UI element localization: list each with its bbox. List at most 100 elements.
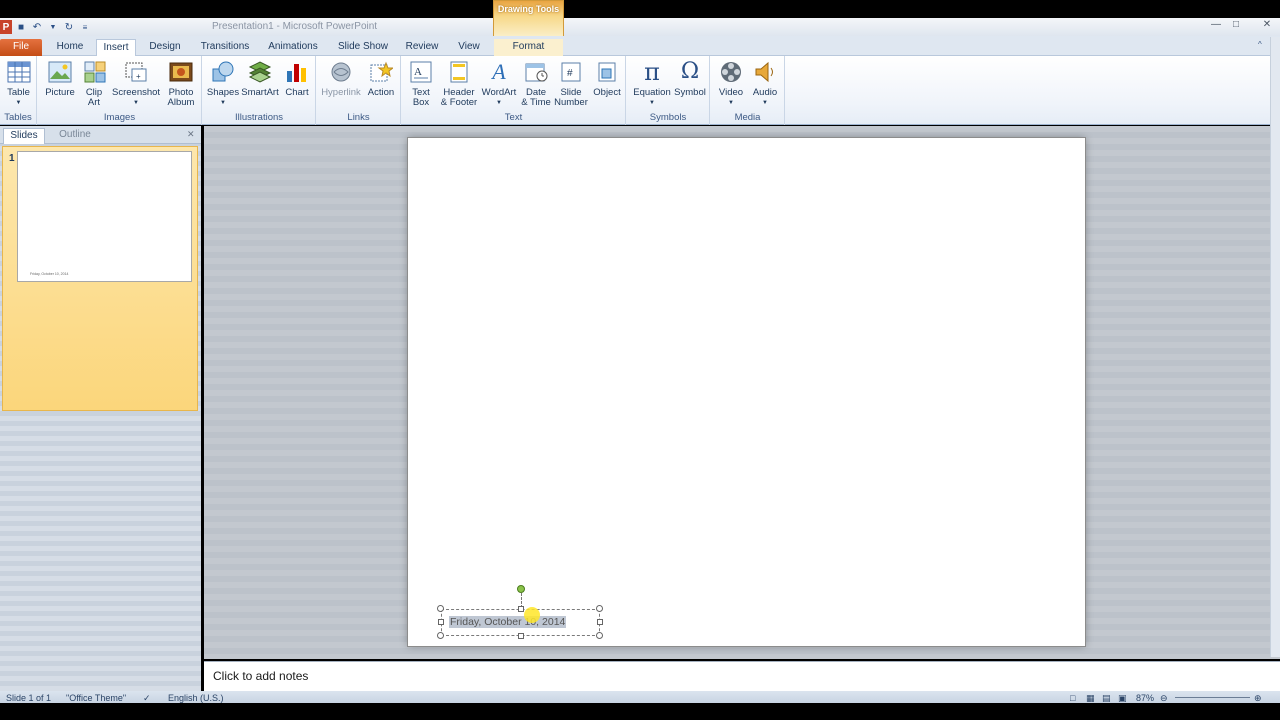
equation-button[interactable]: π Equation ▼ [631,59,673,108]
tab-format[interactable]: Format [494,39,563,56]
undo-icon[interactable]: ↶ [30,20,44,34]
photo-album-button[interactable]: Photo Album [162,59,200,108]
slide-number-icon: # [558,59,584,85]
tab-outline[interactable]: Outline [52,128,98,144]
chart-button[interactable]: Chart [281,59,313,98]
symbol-button[interactable]: Ω Symbol [673,59,707,98]
chart-label: Chart [285,87,309,98]
video-button[interactable]: Video ▼ [715,59,747,108]
drawing-tools-context-header: Drawing Tools [493,0,564,36]
smartart-button[interactable]: SmartArt [241,59,279,98]
action-button[interactable]: Action [365,59,397,98]
zoom-out-icon[interactable]: ⊖ [1160,694,1168,703]
group-tables: Table ▼ Tables [0,56,37,125]
resize-handle-bottom-left[interactable] [437,632,444,639]
group-label-illustrations: Illustrations [234,112,284,123]
equation-label: Equation [633,87,671,98]
tab-file[interactable]: File [0,39,42,56]
slide-show-icon[interactable]: ▣ [1118,694,1127,703]
reading-view-icon[interactable]: ▤ [1102,694,1111,703]
text-box-button[interactable]: A Text Box [406,59,436,108]
svg-text:A: A [414,66,422,78]
resize-handle-bottom-right[interactable] [596,632,603,639]
status-bar: Slide 1 of 1 "Office Theme" ✓ English (U… [0,691,1280,703]
save-icon[interactable]: ■ [14,20,28,34]
screenshot-label: Screenshot [112,87,161,98]
theme-status[interactable]: "Office Theme" [66,694,126,703]
language-status[interactable]: English (U.S.) [168,694,224,703]
group-links: Hyperlink Action Links [317,56,401,125]
redo-icon[interactable]: ↻ [62,20,76,34]
wordart-button[interactable]: A WordArt ▼ [480,59,518,108]
close-icon[interactable]: ✕ [1259,19,1275,32]
svg-text:+: + [136,72,141,81]
date-text[interactable]: Friday, October 10, 2014 [449,616,567,628]
object-button[interactable]: Object [590,59,624,98]
notes-pane[interactable]: Click to add notes [204,661,1280,691]
zoom-level[interactable]: 87% [1136,694,1154,703]
group-media: Video ▼ Audio ▼ Media [711,56,785,125]
smartart-icon [247,59,273,85]
screenshot-button[interactable]: + Screenshot ▼ [112,59,160,108]
group-images: Picture Clip Art + Screenshot ▼ Photo Al… [38,56,202,125]
wordart-label: WordArt [481,87,517,98]
shapes-button[interactable]: Shapes ▼ [205,59,241,108]
tab-design[interactable]: Design [144,39,186,56]
dropdown-arrow-icon: ▼ [649,100,655,106]
maximize-icon[interactable]: □ [1228,19,1244,32]
slide-canvas[interactable]: Friday, October 10, 2014 [408,138,1085,646]
dropdown-arrow-icon: ▼ [496,100,502,106]
slide-thumbnail-item[interactable]: 1 Friday, October 10, 2014 [2,146,198,411]
slide-sorter-icon[interactable]: ▦ [1086,694,1095,703]
close-pane-icon[interactable]: ✕ [187,129,195,140]
date-time-button[interactable]: Date & Time [520,59,552,108]
tab-slides[interactable]: Slides [3,128,45,144]
action-label: Action [367,87,395,98]
tab-review[interactable]: Review [402,39,442,56]
date-placeholder-textbox[interactable]: Friday, October 10, 2014 [441,609,600,636]
zoom-in-icon[interactable]: ⊕ [1254,694,1262,703]
hyperlink-label: Hyperlink [321,87,361,98]
minimize-icon[interactable]: — [1208,19,1224,32]
clip-art-label-2: Art [87,97,101,108]
vertical-scrollbar[interactable] [1270,37,1280,657]
tab-slide-show[interactable]: Slide Show [334,39,392,56]
object-label: Object [593,87,621,98]
group-label-media: Media [734,112,761,123]
tab-view[interactable]: View [452,39,486,56]
header-footer-button[interactable]: Header & Footer [438,59,480,108]
spell-check-icon[interactable]: ✓ [143,694,151,703]
group-label-tables: Tables [4,112,32,123]
rotate-handle[interactable] [517,585,525,593]
chevron-down-icon[interactable]: ▼ [46,20,60,34]
resize-handle-top[interactable] [518,606,524,612]
tab-transitions[interactable]: Transitions [196,39,254,56]
dropdown-arrow-icon: ▼ [133,100,139,106]
powerpoint-logo-icon[interactable]: P [0,20,12,34]
audio-button[interactable]: Audio ▼ [749,59,781,108]
tab-animations[interactable]: Animations [264,39,322,56]
header-footer-label-2: & Footer [440,97,478,108]
ribbon-minimize-icon[interactable]: ^ [1258,40,1262,49]
table-button[interactable]: Table ▼ [2,59,35,108]
tab-home[interactable]: Home [52,39,88,56]
group-symbols: π Equation ▼ Ω Symbol Symbols [627,56,710,125]
hyperlink-button[interactable]: Hyperlink [319,59,363,98]
picture-button[interactable]: Picture [42,59,78,98]
tab-insert[interactable]: Insert [96,39,136,56]
normal-view-icon[interactable]: □ [1070,694,1075,703]
slide-thumbnail[interactable]: Friday, October 10, 2014 [17,151,192,282]
drawing-tools-label: Drawing Tools [497,4,560,14]
zoom-slider[interactable] [1175,697,1250,698]
slide-number-button[interactable]: # Slide Number [554,59,588,108]
resize-handle-left[interactable] [438,619,444,625]
group-label-images: Images [103,112,136,123]
notes-placeholder[interactable]: Click to add notes [213,669,308,683]
customize-toolbar-icon[interactable]: ≡ [78,20,92,34]
resize-handle-top-right[interactable] [596,605,603,612]
resize-handle-right[interactable] [597,619,603,625]
dropdown-arrow-icon: ▼ [728,100,734,106]
resize-handle-bottom[interactable] [518,633,524,639]
resize-handle-top-left[interactable] [437,605,444,612]
clip-art-button[interactable]: Clip Art [82,59,106,108]
